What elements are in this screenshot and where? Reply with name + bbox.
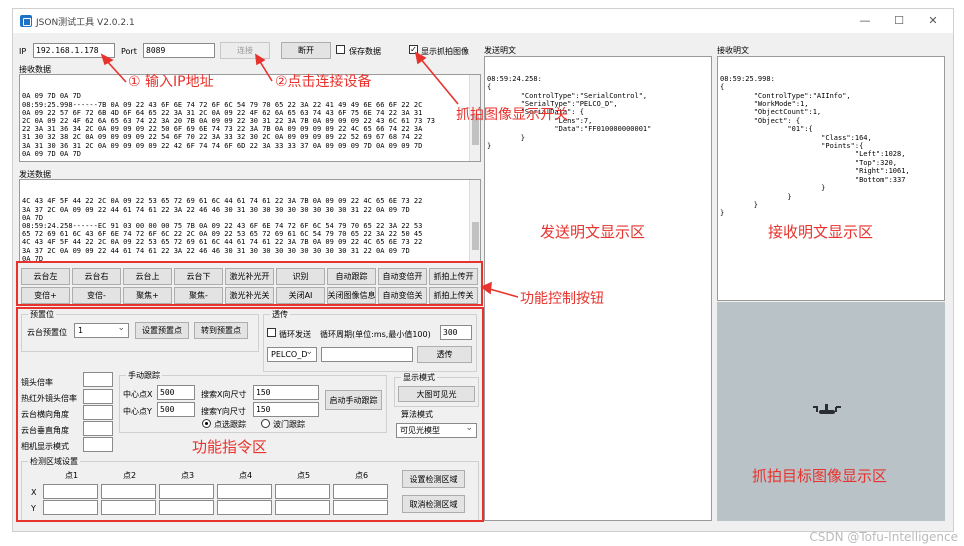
annotation-commands: 功能指令区 [192, 438, 268, 456]
annotation-capture-toggle: 抓拍图像显示开关 [456, 107, 568, 123]
watermark: CSDN @Tofu-Intelligence [809, 530, 958, 544]
annotation-send-plain: 发送明文显示区 [540, 223, 646, 241]
annotation-ip: ① 输入IP地址 [128, 74, 214, 90]
annotation-capture-area: 抓拍目标图像显示区 [752, 467, 888, 485]
annotation-controls: 功能控制按钮 [520, 291, 604, 307]
annotation-connect: ②点击连接设备 [275, 74, 372, 90]
annotation-recv-plain: 接收明文显示区 [768, 223, 874, 241]
